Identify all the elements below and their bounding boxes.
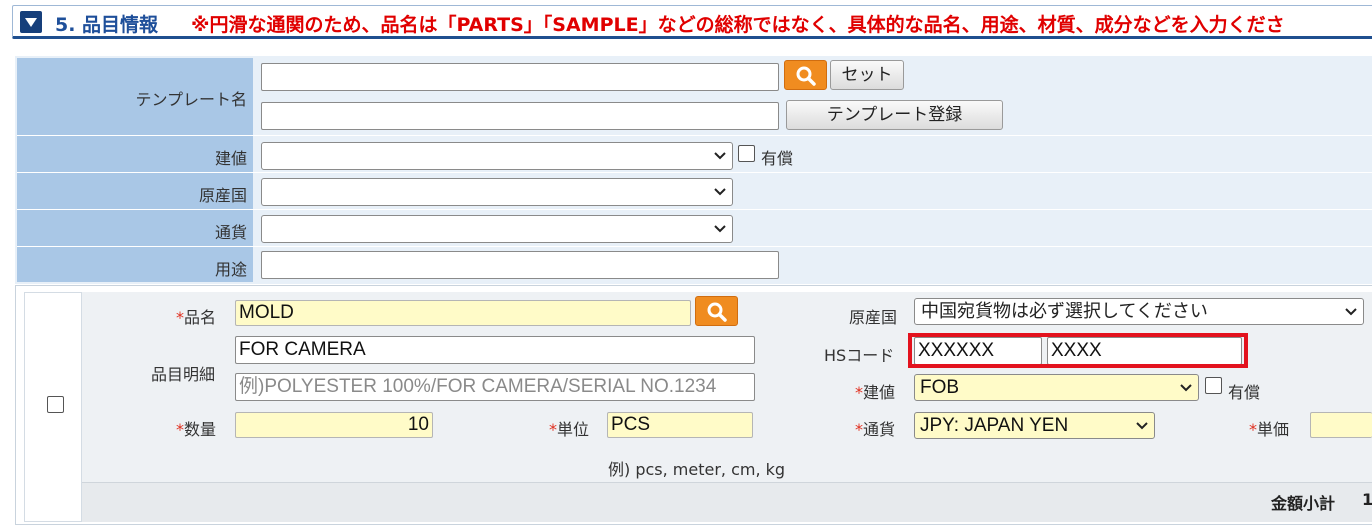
paid-checkbox[interactable]	[738, 145, 755, 162]
unit-price-input[interactable]	[1310, 412, 1372, 438]
template-search-button[interactable]	[784, 60, 827, 90]
row-divider	[17, 135, 1372, 136]
required-mark: *	[855, 383, 863, 402]
item-trade-terms-label-text: 建値	[863, 383, 896, 402]
paid-label: 有償	[761, 149, 794, 168]
unit-label: *単位	[549, 416, 589, 440]
item-origin-value: 中国宛貨物は必ず選択してください	[921, 301, 1208, 322]
search-icon	[796, 66, 816, 86]
item-paid-label: 有償	[1228, 383, 1261, 402]
chevron-down-icon	[714, 188, 726, 196]
item-currency-label-text: 通貨	[863, 420, 896, 439]
required-mark: *	[549, 420, 557, 439]
row-divider	[17, 246, 1372, 247]
unit-price-label-text: 単価	[1257, 420, 1290, 439]
quantity-input[interactable]: 10	[235, 412, 433, 438]
purpose-label: 用途	[214, 260, 247, 279]
item-name-label-text: 品名	[184, 308, 217, 327]
required-mark: *	[176, 308, 184, 327]
unit-price-label: *単価	[1249, 416, 1289, 440]
section-title: 5. 品目情報	[55, 14, 159, 36]
chevron-down-icon	[714, 225, 726, 233]
set-button[interactable]: セット	[830, 60, 904, 90]
chevron-down-icon	[714, 152, 726, 160]
template-search-input[interactable]	[261, 63, 779, 91]
subtotal-label: 金額小計	[1271, 494, 1336, 513]
item-detail-label: 品目明細	[151, 365, 216, 384]
chevron-down-icon	[1136, 422, 1148, 430]
currency-select[interactable]	[261, 215, 733, 243]
item-select-checkbox[interactable]	[47, 396, 64, 413]
origin-country-select[interactable]	[261, 178, 733, 206]
hs-code-label: HSコード	[824, 346, 895, 365]
item-currency-label: *通貨	[855, 416, 895, 440]
required-mark: *	[176, 420, 184, 439]
item-name-label: *品名	[176, 304, 216, 328]
unit-hint: 例) pcs, meter, cm, kg	[608, 460, 786, 479]
subtotal-value: 1	[1362, 490, 1372, 509]
required-mark: *	[855, 420, 863, 439]
required-mark: *	[1249, 420, 1257, 439]
quantity-label: *数量	[176, 416, 216, 440]
unit-input[interactable]: PCS	[607, 412, 753, 438]
chevron-down-icon	[1345, 308, 1357, 316]
section-notice: ※円滑な通関のため、品名は「PARTS」「SAMPLE」などの総称ではなく、具体…	[191, 14, 1285, 36]
item-detail2-input[interactable]: 例)POLYESTER 100%/FOR CAMERA/SERIAL NO.12…	[235, 373, 755, 401]
trade-terms-select[interactable]	[261, 142, 733, 170]
item-currency-select[interactable]: JPY: JAPAN YEN	[914, 412, 1155, 439]
item-detail-input[interactable]: FOR CAMERA	[235, 336, 755, 364]
item-trade-terms-select[interactable]: FOB	[914, 374, 1199, 401]
template-register-input[interactable]	[261, 102, 779, 130]
template-register-button[interactable]: テンプレート登録	[786, 100, 1003, 130]
purpose-input[interactable]	[261, 251, 779, 279]
item-subtotal-bar	[82, 482, 1372, 522]
item-name-search-button[interactable]	[695, 296, 738, 326]
quantity-label-text: 数量	[184, 420, 217, 439]
item-paid-checkbox[interactable]	[1205, 377, 1222, 394]
item-name-input[interactable]: MOLD	[235, 300, 691, 326]
collapse-toggle-icon[interactable]	[20, 11, 42, 33]
item-origin-label: 原産国	[849, 308, 898, 327]
item-currency-value: JPY: JAPAN YEN	[920, 415, 1069, 436]
currency-label: 通貨	[214, 223, 247, 242]
hs-code-highlight	[908, 333, 1248, 368]
section-header: 5. 品目情報 ※円滑な通関のため、品名は「PARTS」「SAMPLE」などの総…	[12, 5, 1372, 39]
row-divider	[17, 172, 1372, 173]
item-trade-terms-label: *建値	[855, 379, 895, 403]
item-origin-select[interactable]: 中国宛貨物は必ず選択してください	[914, 298, 1364, 325]
row-divider	[17, 209, 1372, 210]
unit-label-text: 単位	[557, 420, 590, 439]
search-icon	[707, 302, 727, 322]
template-name-label: テンプレート名	[135, 90, 247, 109]
item-trade-terms-value: FOB	[920, 377, 960, 398]
chevron-down-icon	[1180, 384, 1192, 392]
origin-country-label: 原産国	[198, 186, 247, 205]
trade-terms-label: 建値	[214, 149, 247, 168]
